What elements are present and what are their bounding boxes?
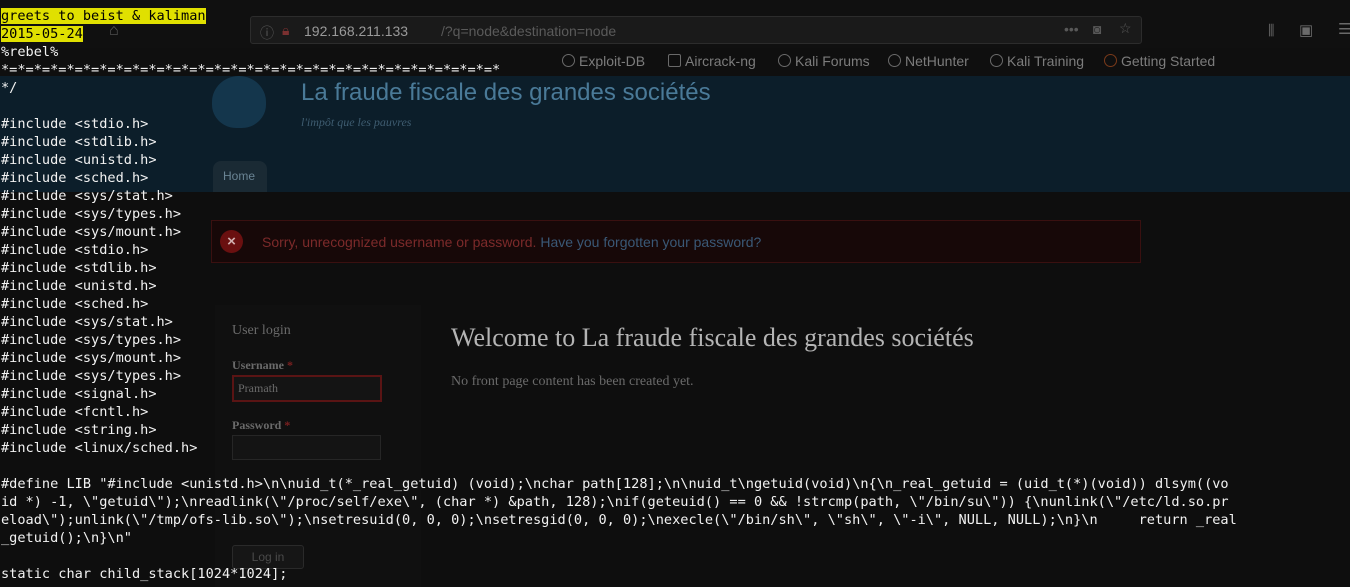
dots-icon[interactable]: ••• bbox=[1064, 21, 1079, 37]
terminal-line: #include <string.h> bbox=[1, 422, 157, 438]
terminal-line: 2015-05-24 bbox=[1, 25, 83, 43]
bookmark-item[interactable]: Getting Started bbox=[1104, 53, 1215, 69]
terminal-line: #include <sys/mount.h> bbox=[1, 350, 182, 366]
terminal-line: #include <sys/types.h> bbox=[1, 206, 182, 222]
required-mark: * bbox=[284, 418, 291, 432]
url-bar[interactable]: ⓘ 🔒︎ 192.168.211.133 /?q=node&destinatio… bbox=[250, 16, 1142, 44]
url-host: 192.168.211.133 bbox=[304, 23, 409, 39]
library-icon[interactable]: ⫼ bbox=[1268, 22, 1274, 39]
password-field[interactable] bbox=[232, 435, 381, 460]
terminal-line: *=*=*=*=*=*=*=*=*=*=*=*=*=*=*=*=*=*=*=*=… bbox=[1, 62, 501, 78]
globe-icon bbox=[778, 54, 791, 67]
sidebar-icon[interactable]: ▣ bbox=[1299, 21, 1313, 39]
url-path: /?q=node&destination=node bbox=[441, 23, 617, 39]
drupal-logo[interactable] bbox=[212, 76, 266, 128]
star-icon[interactable]: ☆ bbox=[1119, 20, 1132, 37]
terminal-line: #include <sys/stat.h> bbox=[1, 188, 173, 204]
globe-icon bbox=[990, 54, 1003, 67]
terminal-line: */ bbox=[1, 80, 18, 96]
terminal-line: #include <signal.h> bbox=[1, 386, 157, 402]
terminal-line: #include <sched.h> bbox=[1, 296, 149, 312]
firefox-icon bbox=[1104, 54, 1117, 67]
error-message-text: Sorry, unrecognized username or password… bbox=[262, 234, 537, 250]
terminal-line: _getuid();\n}\n" bbox=[1, 530, 132, 546]
terminal-line: #include <stdio.h> bbox=[1, 116, 149, 132]
aircrack-icon bbox=[668, 54, 681, 67]
greets-line: greets to beist & kaliman bbox=[1, 8, 206, 24]
terminal-line: #include <sys/mount.h> bbox=[1, 224, 182, 240]
info-icon[interactable]: ⓘ bbox=[260, 23, 274, 43]
terminal-line: id *) -1, \"getuid\");\nreadlink(\"/proc… bbox=[1, 494, 1229, 510]
bookmark-item[interactable]: Kali Training bbox=[990, 53, 1084, 69]
bookmark-item[interactable]: Kali Forums bbox=[778, 53, 870, 69]
terminal-line: #define LIB "#include <unistd.h>\n\nuid_… bbox=[1, 476, 1229, 492]
pocket-icon[interactable]: ◙ bbox=[1093, 21, 1101, 37]
menu-icon[interactable]: ☰ bbox=[1338, 20, 1350, 38]
forgot-password-link[interactable]: Have you forgotten your password? bbox=[540, 234, 761, 250]
terminal-line: #include <fcntl.h> bbox=[1, 404, 149, 420]
terminal-line: #include <unistd.h> bbox=[1, 278, 157, 294]
welcome-heading: Welcome to La fraude fiscale des grandes… bbox=[451, 323, 974, 352]
welcome-text: No front page content has been created y… bbox=[451, 374, 694, 389]
username-field[interactable]: Pramath bbox=[232, 375, 382, 402]
insecure-lock-icon[interactable]: 🔒︎ bbox=[282, 22, 289, 39]
terminal-line: #include <sched.h> bbox=[1, 170, 149, 186]
globe-icon bbox=[888, 54, 901, 67]
site-name[interactable]: La fraude fiscale des grandes sociétés bbox=[301, 79, 711, 107]
error-message: Sorry, unrecognized username or password… bbox=[262, 234, 761, 250]
date-line: 2015-05-24 bbox=[1, 26, 83, 42]
terminal-line: #include <sys/types.h> bbox=[1, 368, 182, 384]
globe-icon bbox=[562, 54, 575, 67]
terminal-line: #include <stdlib.h> bbox=[1, 134, 157, 150]
terminal-line: static char child_stack[1024*1024]; bbox=[1, 566, 288, 582]
terminal-line: #include <stdio.h> bbox=[1, 242, 149, 258]
terminal-line: #include <linux/sched.h> bbox=[1, 440, 198, 456]
required-mark: * bbox=[286, 358, 293, 372]
terminal-line: eload\");unlink(\"/tmp/ofs-lib.so\");\ns… bbox=[1, 512, 1237, 528]
bookmark-item[interactable]: Aircrack-ng bbox=[668, 53, 756, 69]
tab-home[interactable]: Home bbox=[213, 161, 267, 192]
terminal-line: #include <sys/stat.h> bbox=[1, 314, 173, 330]
error-icon: × bbox=[220, 230, 243, 253]
bookmark-item[interactable]: Exploit-DB bbox=[562, 53, 645, 69]
terminal-line: #include <sys/types.h> bbox=[1, 332, 182, 348]
terminal-line: greets to beist & kaliman bbox=[1, 7, 206, 25]
site-slogan: l'impôt que les pauvres bbox=[301, 115, 412, 129]
username-label: Username * bbox=[232, 358, 293, 372]
password-label: Password * bbox=[232, 418, 291, 432]
bookmark-item[interactable]: NetHunter bbox=[888, 53, 969, 69]
login-title: User login bbox=[232, 323, 291, 338]
terminal-line: #include <stdlib.h> bbox=[1, 260, 157, 276]
terminal-line: #include <unistd.h> bbox=[1, 152, 157, 168]
terminal-line: %rebel% bbox=[1, 44, 59, 60]
